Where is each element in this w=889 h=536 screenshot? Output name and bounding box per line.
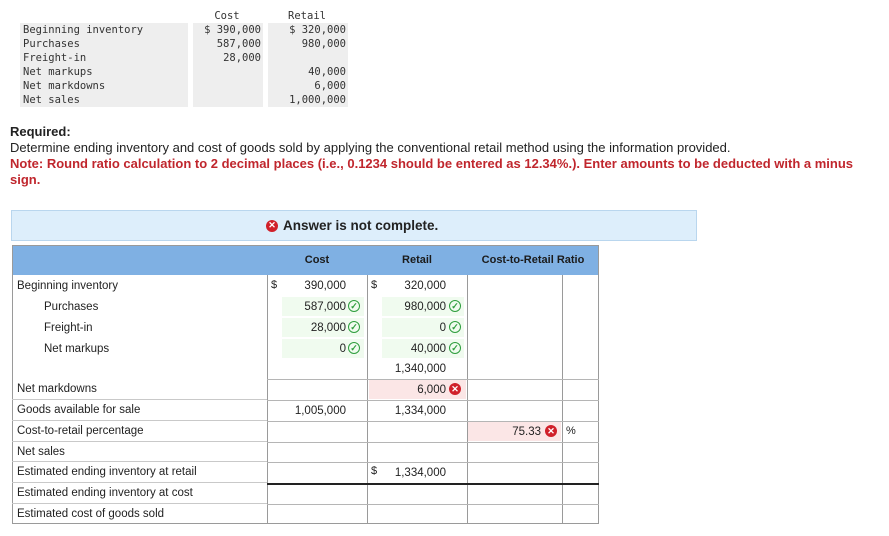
given-retail: $ 320,000 xyxy=(268,23,348,37)
given-retail: 6,000 xyxy=(268,79,348,93)
given-cost xyxy=(193,65,263,79)
correct-icon: ✓ xyxy=(348,300,360,312)
required-section: Required: Determine ending inventory and… xyxy=(10,124,880,188)
given-label: Net sales xyxy=(20,93,188,107)
required-note: Note: Round ratio calculation to 2 decim… xyxy=(10,156,854,187)
given-label: Freight-in xyxy=(20,51,188,65)
row-label: Beginning inventory xyxy=(17,279,119,292)
given-cost: 28,000 xyxy=(193,51,263,65)
given-label: Net markdowns xyxy=(20,79,188,93)
percent-sign: % xyxy=(566,425,576,437)
required-title: Required: xyxy=(10,124,71,139)
answer-status-banner: ✕ Answer is not complete. xyxy=(11,210,697,241)
correct-icon: ✓ xyxy=(348,321,360,333)
retail-goods-available-input[interactable]: 1,334,000 xyxy=(370,400,464,421)
given-retail xyxy=(268,51,348,65)
row-label: Estimated ending inventory at cost xyxy=(12,483,267,504)
answer-status-text: Answer is not complete. xyxy=(283,218,439,233)
given-retail-header: Retail xyxy=(268,9,348,23)
row-label: Estimated cost of goods sold xyxy=(17,508,165,520)
row-label xyxy=(12,359,267,380)
row-label: Purchases xyxy=(44,300,99,313)
currency-sign: $ xyxy=(371,465,378,477)
required-text: Determine ending inventory and cost of g… xyxy=(10,140,731,155)
cost-ending-inventory-input[interactable] xyxy=(270,483,364,504)
currency-sign: $ xyxy=(371,279,378,291)
given-cost xyxy=(193,93,263,107)
given-cost-header: Cost xyxy=(193,9,263,23)
cost-beginning-inventory-input[interactable]: 390,000 xyxy=(282,275,364,296)
answer-table: Cost Retail Cost-to-Retail Ratio Beginni… xyxy=(12,245,599,524)
row-label: Cost-to-retail percentage xyxy=(12,421,267,442)
given-label: Net markups xyxy=(20,65,188,79)
retail-beginning-inventory-input[interactable]: 320,000 xyxy=(382,275,464,296)
row-label: Goods available for sale xyxy=(12,400,267,421)
cost-goods-available-input[interactable]: 1,005,000 xyxy=(270,400,364,421)
given-label: Beginning inventory xyxy=(20,23,188,37)
currency-sign: $ xyxy=(271,279,278,291)
row-label: Net markdowns xyxy=(12,379,267,400)
retail-net-sales-input[interactable] xyxy=(370,442,464,462)
incorrect-icon: ✕ xyxy=(545,425,557,437)
given-retail: 40,000 xyxy=(268,65,348,79)
given-cost: 587,000 xyxy=(193,37,263,51)
given-cost xyxy=(193,79,263,93)
given-retail: 1,000,000 xyxy=(268,93,348,107)
correct-icon: ✓ xyxy=(449,342,461,354)
correct-icon: ✓ xyxy=(348,342,360,354)
row-label: Net markups xyxy=(44,342,110,355)
row-label: Estimated ending inventory at retail xyxy=(12,462,267,483)
row-label: Freight-in xyxy=(44,321,93,334)
cost-cogs-input[interactable] xyxy=(270,504,364,524)
given-cost: $ 390,000 xyxy=(193,23,263,37)
correct-icon: ✓ xyxy=(449,321,461,333)
retail-subtotal-input[interactable]: 1,340,000 xyxy=(370,359,464,379)
correct-icon: ✓ xyxy=(449,300,461,312)
retail-ending-inventory-input[interactable]: 1,334,000 xyxy=(382,462,464,483)
given-label: Purchases xyxy=(20,37,188,51)
given-data-table: Cost Retail Beginning inventory $ 390,000… xyxy=(20,9,348,107)
given-retail: 980,000 xyxy=(268,37,348,51)
incorrect-icon: ✕ xyxy=(449,383,461,395)
incorrect-icon: ✕ xyxy=(266,219,278,232)
row-label: Net sales xyxy=(12,442,267,462)
